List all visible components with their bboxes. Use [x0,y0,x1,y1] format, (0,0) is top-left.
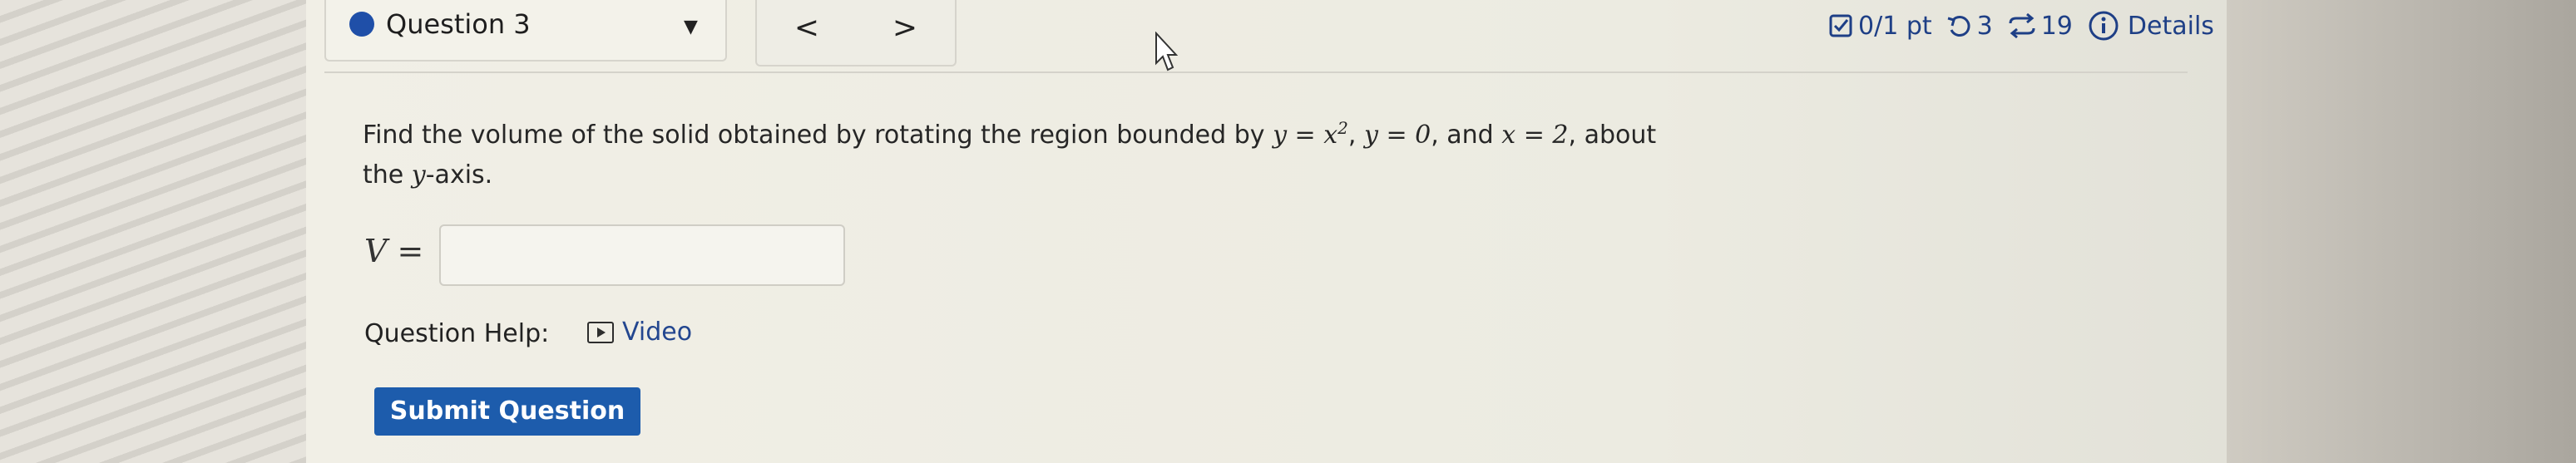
dropdown-caret-icon[interactable]: ▼ [684,17,698,37]
prompt-about: about [1584,121,1657,150]
prompt-and: and [1446,121,1494,150]
prompt-the: the [363,160,404,190]
mouse-cursor-icon [1155,32,1178,71]
header-divider [324,71,2188,73]
attempts-count: 19 [2040,11,2073,41]
question-selector[interactable]: Question 3 ▼ [324,0,727,62]
equation-1: y = x2 [1273,118,1348,150]
equation-2: y = 0 [1363,121,1431,150]
previous-question-button[interactable]: < [755,0,858,66]
play-icon [587,321,614,343]
right-bezel [2227,0,2576,463]
checkbox-icon [1829,14,1852,37]
axis-suffix: -axis. [425,160,493,190]
score-text: 0/1 pt [1858,11,1932,41]
equation-1-base: y = x [1273,121,1338,150]
retries-count: 3 [1976,11,1993,41]
left-bezel [0,0,306,463]
details-link[interactable]: Details [2128,12,2214,41]
question-stats: 0/1 pt 3 19 Details [1828,10,2214,42]
question-title: Question 3 [386,8,531,40]
attempts-icon [2009,13,2035,38]
question-page: Question 3 ▼ < > 0/1 pt 3 19 Details Fin… [306,0,2227,463]
axis-variable: y [411,160,426,190]
prompt-intro: Find the volume of the solid obtained by… [363,121,1265,150]
info-icon[interactable] [2088,10,2119,42]
next-question-button[interactable]: > [855,0,957,66]
question-help-label: Question Help: [364,319,550,348]
answer-label: V = [364,233,424,269]
retry-icon [1947,16,1970,37]
equation-3: x = 2 [1501,121,1569,150]
video-help-link[interactable]: Video [587,318,692,347]
question-prompt: Find the volume of the solid obtained by… [363,118,1657,190]
video-label[interactable]: Video [622,318,692,347]
status-dot [349,12,374,37]
answer-input[interactable] [439,224,845,286]
equation-1-exponent: 2 [1337,118,1348,138]
submit-question-button[interactable]: Submit Question [374,387,640,436]
